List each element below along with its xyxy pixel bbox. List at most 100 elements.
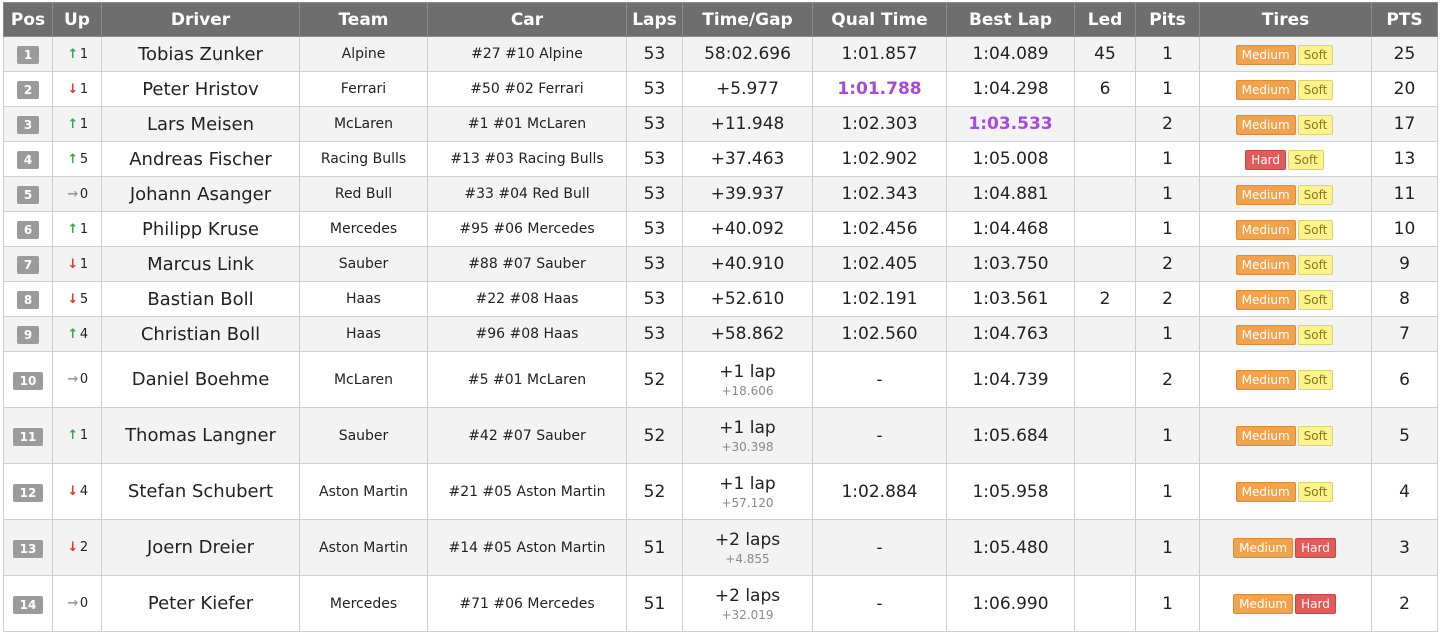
qual-time-value: 1:02.902 <box>812 141 947 177</box>
tire-badge-soft: Soft <box>1297 79 1334 100</box>
team-name: Aston Martin <box>299 519 428 576</box>
team-name: Red Bull <box>299 176 428 212</box>
table-row[interactable]: 14 → 0 Peter Kiefer Mercedes #71 #06 Mercedes… <box>3 575 1438 632</box>
column-header-team[interactable]: Team <box>299 2 428 37</box>
laps-led-value: 2 <box>1074 281 1136 317</box>
time-gap-value: +39.937 <box>710 184 785 204</box>
position-change-value: 1 <box>79 221 89 237</box>
driver-name: Stefan Schubert <box>101 463 300 520</box>
laps-led-value <box>1074 176 1136 212</box>
time-gap-value: +11.948 <box>710 114 785 134</box>
qual-time-value: 1:02.405 <box>812 246 947 282</box>
column-header-pits[interactable]: Pits <box>1135 2 1200 37</box>
points-value: 4 <box>1371 463 1438 520</box>
position-badge: 13 <box>13 539 43 558</box>
table-row[interactable]: 13 ↓ 2 Joern Dreier Aston Martin #14 #05 Asto… <box>3 519 1438 576</box>
table-row[interactable]: 9 ↑ 4 Christian Boll Haas #96 #08 Haas 53 +58.8… <box>3 316 1438 352</box>
table-row[interactable]: 1 ↑ 1 Tobias Zunker Alpine #27 #10 Alpine 53 58… <box>3 36 1438 72</box>
column-header-led[interactable]: Led <box>1074 2 1136 37</box>
column-header-qual-time[interactable]: Qual Time <box>812 2 947 37</box>
table-row[interactable]: 4 ↑ 5 Andreas Fischer Racing Bulls #13 #03 Ra… <box>3 141 1438 177</box>
position-badge: 4 <box>17 151 39 169</box>
column-header-pos[interactable]: Pos <box>3 2 53 37</box>
car-name: #71 #06 Mercedes <box>427 575 627 632</box>
qual-time-value: - <box>812 351 947 408</box>
pit-stops-value: 1 <box>1135 211 1200 247</box>
time-gap-cell: +1 lap +57.120 <box>682 463 813 520</box>
points-value: 25 <box>1371 36 1438 72</box>
best-lap-value: 1:03.750 <box>946 246 1075 282</box>
time-gap-cell: +39.937 <box>682 176 813 212</box>
best-lap-value: 1:04.881 <box>946 176 1075 212</box>
best-lap-value: 1:04.763 <box>946 316 1075 352</box>
table-row[interactable]: 5 → 0 Johann Asanger Red Bull #33 #04 Red Bul… <box>3 176 1438 212</box>
column-header-up[interactable]: Up <box>52 2 102 37</box>
driver-name: Daniel Boehme <box>101 351 300 408</box>
best-lap-value: 1:04.739 <box>946 351 1075 408</box>
team-name: Ferrari <box>299 71 428 107</box>
tire-badge-hard: Hard <box>1295 594 1336 614</box>
tires-cell: Medium Soft <box>1199 71 1372 107</box>
position-change-cell: ↑ 5 <box>52 141 102 177</box>
best-lap-value: 1:05.480 <box>946 519 1075 576</box>
time-gap-cell: 58:02.696 <box>682 36 813 72</box>
qual-time-value: 1:02.560 <box>812 316 947 352</box>
pos-cell: 8 <box>3 281 53 317</box>
column-header-laps[interactable]: Laps <box>626 2 683 37</box>
time-gap-value: +40.910 <box>710 254 785 274</box>
table-row[interactable]: 8 ↓ 5 Bastian Boll Haas #22 #08 Haas 53 +52.610… <box>3 281 1438 317</box>
laps-led-value: 6 <box>1074 71 1136 107</box>
table-row[interactable]: 12 ↓ 4 Stefan Schubert Aston Martin #21 #05 A… <box>3 463 1438 520</box>
table-row[interactable]: 2 ↓ 1 Peter Hristov Ferrari #50 #02 Ferrari 53… <box>3 71 1438 107</box>
tire-badge-soft: Soft <box>1297 426 1334 446</box>
position-change-value: 4 <box>79 326 89 342</box>
best-lap-value: 1:04.298 <box>946 71 1075 107</box>
tires-cell: Medium Soft <box>1199 351 1372 408</box>
tires-cell: Hard Soft <box>1199 141 1372 177</box>
time-gap-cell: +52.610 <box>682 281 813 317</box>
column-header-driver[interactable]: Driver <box>101 2 300 37</box>
table-row[interactable]: 10 → 0 Daniel Boehme McLaren #5 #01 McLaren 52… <box>3 351 1438 408</box>
column-header-car[interactable]: Car <box>427 2 627 37</box>
points-value: 17 <box>1371 106 1438 142</box>
pit-stops-value: 1 <box>1135 141 1200 177</box>
points-value: 13 <box>1371 141 1438 177</box>
driver-name: Philipp Kruse <box>101 211 300 247</box>
table-row[interactable]: 3 ↑ 1 Lars Meisen McLaren #1 #01 McLaren 53 +11… <box>3 106 1438 142</box>
laps-value: 53 <box>626 316 683 352</box>
tires-cell: Medium Hard <box>1199 519 1372 576</box>
column-header-tires[interactable]: Tires <box>1199 2 1372 37</box>
position-change-value: 1 <box>79 256 89 272</box>
team-name: Alpine <box>299 36 428 72</box>
points-value: 5 <box>1371 407 1438 464</box>
tire-badge-soft: Soft <box>1297 184 1334 205</box>
laps-led-value <box>1074 246 1136 282</box>
position-change-cell: ↑ 1 <box>52 407 102 464</box>
tires-cell: Medium Soft <box>1199 281 1372 317</box>
tire-badge-medium: Medium <box>1235 324 1296 345</box>
time-gap-value: +1 lap <box>719 473 776 494</box>
time-gap-value: +37.463 <box>710 149 785 169</box>
best-lap-value: 1:04.089 <box>946 36 1075 72</box>
position-change-cell: ↓ 5 <box>52 281 102 317</box>
table-row[interactable]: 11 ↑ 1 Thomas Langner Sauber #42 #07 Sauber 52… <box>3 407 1438 464</box>
time-gap-cell: +2 laps +32.019 <box>682 575 813 632</box>
arrow-down-icon: ↓ <box>67 81 79 97</box>
column-header-time-gap[interactable]: Time/Gap <box>682 2 813 37</box>
tire-badge-soft: Soft <box>1297 289 1334 310</box>
header-row: Pos Up Driver Team Car Laps Time/Gap Qua… <box>3 2 1438 37</box>
pos-cell: 1 <box>3 36 53 72</box>
pos-cell: 6 <box>3 211 53 247</box>
driver-name: Johann Asanger <box>101 176 300 212</box>
points-value: 6 <box>1371 351 1438 408</box>
laps-value: 51 <box>626 519 683 576</box>
position-change-cell: ↓ 4 <box>52 463 102 520</box>
table-row[interactable]: 7 ↓ 1 Marcus Link Sauber #88 #07 Sauber 53 +40.… <box>3 246 1438 282</box>
column-header-pts[interactable]: PTS <box>1371 2 1438 37</box>
position-change-value: 4 <box>79 484 89 499</box>
qual-time-value: 1:02.191 <box>812 281 947 317</box>
tire-badge-soft: Soft <box>1297 44 1334 65</box>
position-badge: 5 <box>17 186 39 204</box>
table-row[interactable]: 6 ↑ 1 Philipp Kruse Mercedes #95 #06 Mercedes… <box>3 211 1438 247</box>
column-header-best-lap[interactable]: Best Lap <box>946 2 1075 37</box>
